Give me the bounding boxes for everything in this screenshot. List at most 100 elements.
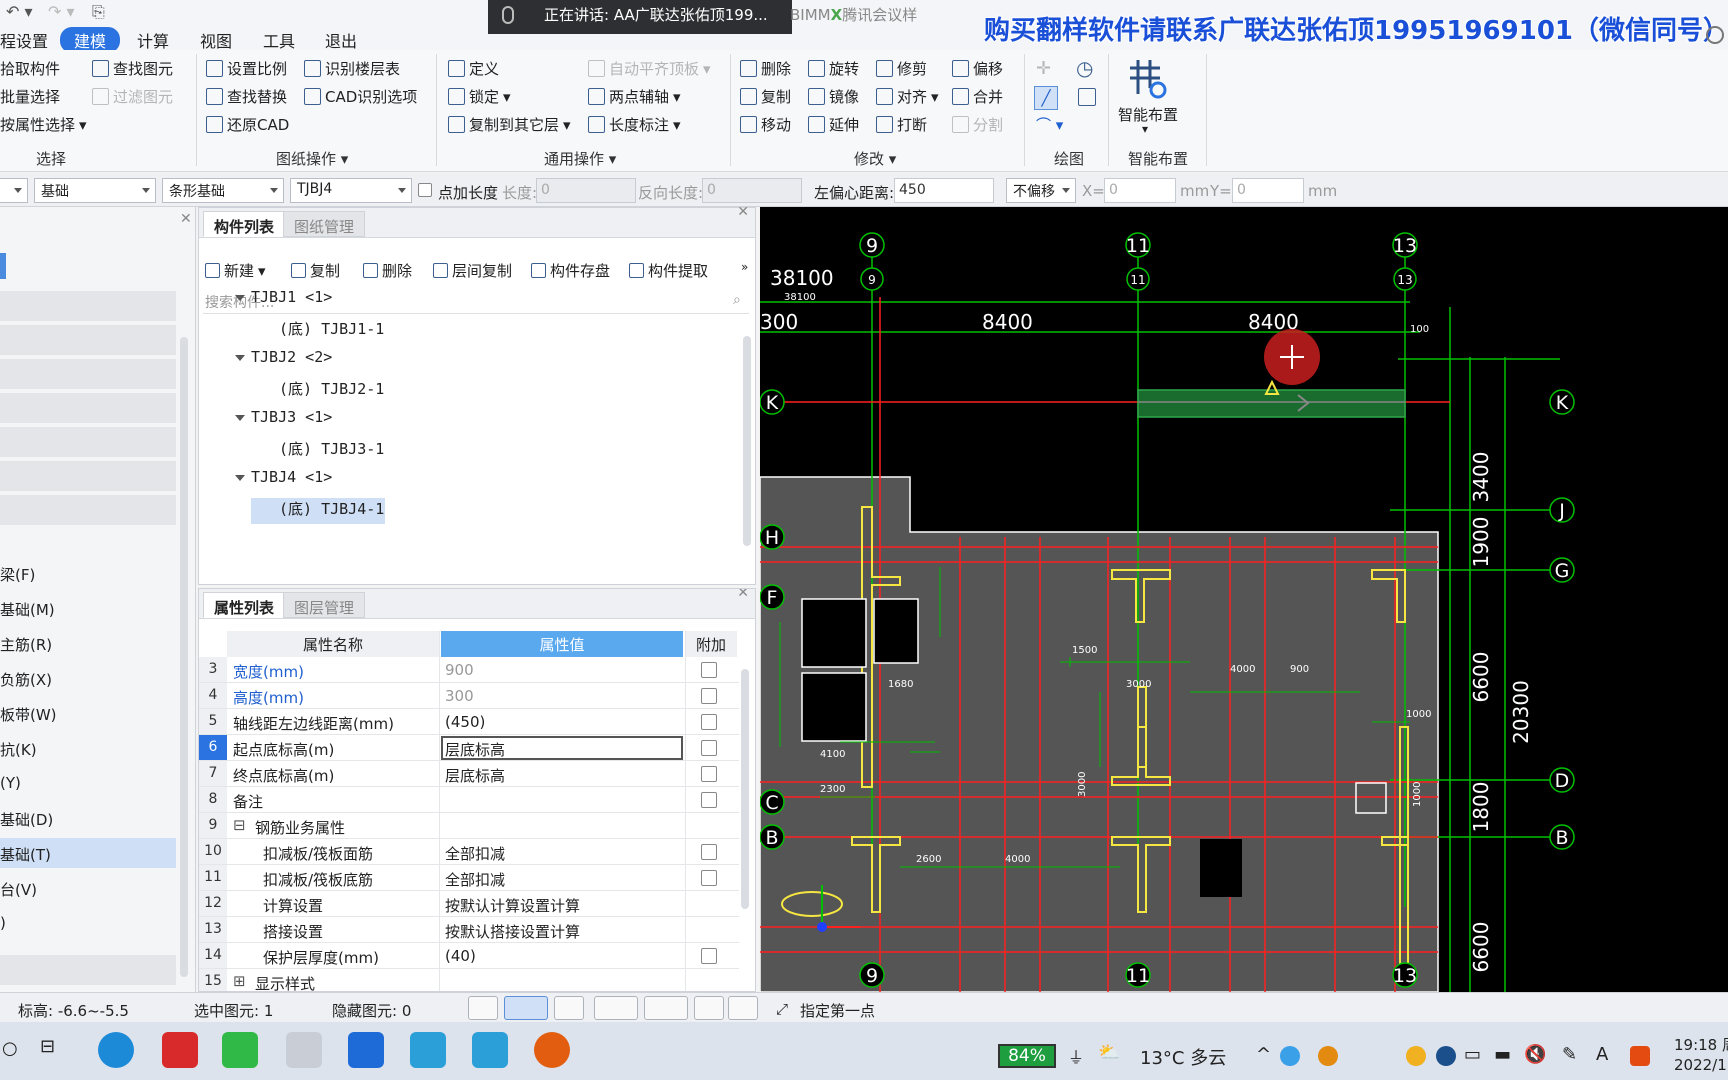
search-taskbar-icon[interactable]: ○ — [2, 1038, 18, 1059]
tree-node[interactable]: TJBJ1 <1> — [235, 284, 775, 312]
rectangle-draw-icon[interactable] — [1078, 88, 1096, 106]
tree-node[interactable]: TJBJ4 <1> — [235, 464, 775, 492]
quick-access-icon[interactable]: ⎘ — [92, 2, 105, 22]
two-point-axis-button[interactable]: 两点辅轴 ▾ — [588, 86, 681, 107]
extract-component-button[interactable]: 构件提取 — [629, 260, 708, 281]
ortho-toggle-icon[interactable] — [468, 996, 498, 1020]
cad-options-button[interactable]: CAD识别选项 — [304, 86, 417, 107]
identify-floor-table-button[interactable]: 识别楼层表 — [304, 58, 400, 79]
align-button[interactable]: 对齐 ▾ — [876, 86, 939, 107]
nav-category-block[interactable] — [0, 955, 176, 985]
property-row[interactable]: 15 ⊞ 显示样式 — [199, 969, 739, 991]
input-method-icon[interactable]: A — [1596, 1044, 1608, 1065]
property-value[interactable]: 全部扣减 — [445, 843, 505, 864]
help-icon[interactable] — [1706, 26, 1724, 44]
property-value[interactable]: (40) — [445, 947, 476, 965]
lock-button[interactable]: 锁定 ▾ — [448, 86, 511, 107]
tab-component-list[interactable]: 构件列表 — [203, 211, 286, 237]
redo-icon[interactable]: ↷ ▾ — [48, 2, 75, 21]
network-app-icon[interactable] — [1436, 1046, 1456, 1066]
app-icon[interactable] — [286, 1032, 322, 1068]
y-input[interactable]: 0 — [1232, 178, 1304, 203]
nav-scrollbar[interactable] — [180, 337, 188, 977]
clock-time[interactable]: 19:18 周 — [1674, 1034, 1728, 1055]
nav-item[interactable]: 基础(T) — [0, 838, 176, 868]
break-button[interactable]: 打断 — [876, 114, 927, 135]
nav-item[interactable]: ) — [0, 908, 176, 938]
nav-item[interactable]: 抗(K) — [0, 733, 176, 763]
offset-mode-combo[interactable]: 不偏移 — [1006, 178, 1076, 203]
close-icon[interactable]: ✕ — [737, 589, 749, 601]
speaker-muted-icon[interactable]: 🔇 — [1524, 1044, 1546, 1065]
set-scale-button[interactable]: 设置比例 — [206, 58, 287, 79]
nav-item[interactable]: 基础(D) — [0, 803, 176, 833]
weather-text[interactable]: 13°C 多云 — [1140, 1044, 1226, 1070]
arc-clock-icon[interactable]: ◷ — [1076, 56, 1093, 80]
property-value-editor[interactable] — [441, 736, 683, 760]
extra-checkbox[interactable] — [701, 870, 717, 886]
nav-category-block[interactable] — [0, 325, 176, 355]
category-combo[interactable]: 基础 — [34, 178, 156, 203]
tab-property-list[interactable]: 属性列表 — [203, 592, 286, 618]
nav-item[interactable]: (Y) — [0, 768, 176, 798]
find-element-button[interactable]: 查找图元 — [92, 58, 173, 79]
display-icon[interactable]: ▭ — [1464, 1044, 1481, 1065]
menu-tools[interactable]: 工具 — [263, 28, 295, 52]
menu-project-settings[interactable]: 程设置 — [0, 28, 48, 52]
property-value[interactable]: 按默认计算设置计算 — [445, 895, 580, 916]
cross-snap-icon[interactable] — [554, 996, 584, 1020]
expand-caret-icon[interactable] — [235, 414, 245, 421]
filter-element-button[interactable]: 过滤图元 — [92, 86, 173, 107]
property-row[interactable]: 6 起点底标高(m) 层底标高 — [199, 735, 739, 761]
find-replace-button[interactable]: 查找替换 — [206, 86, 287, 107]
arc-draw-icon[interactable]: ⌒ ▾ — [1036, 114, 1063, 135]
property-row[interactable]: 10 扣减板/筏板面筋 全部扣减 — [199, 839, 739, 865]
copy-component-button[interactable]: 复制 — [291, 260, 340, 281]
restore-cad-button[interactable]: 还原CAD — [206, 114, 289, 135]
delete-component-button[interactable]: 删除 — [363, 260, 412, 281]
property-value[interactable]: 全部扣减 — [445, 869, 505, 890]
tab-layer-management[interactable]: 图层管理 — [283, 592, 366, 618]
offset-distance-input[interactable]: 450 — [894, 178, 994, 203]
nav-item[interactable]: 基础(M) — [0, 593, 176, 623]
close-icon[interactable]: ✕ — [180, 211, 192, 227]
merge-button[interactable]: 合并 — [952, 86, 1003, 107]
split-button[interactable]: 分割 — [952, 114, 1003, 135]
nav-category-block[interactable] — [0, 495, 176, 525]
display-toggle-icon[interactable] — [694, 996, 724, 1020]
tree-node[interactable]: TJBJ2 <2> — [235, 344, 775, 372]
nav-category-block[interactable] — [0, 291, 176, 321]
component-combo[interactable]: TJBJ4 — [290, 178, 412, 203]
menu-exit[interactable]: 退出 — [325, 28, 357, 52]
extend-button[interactable]: 延伸 — [808, 114, 859, 135]
tray-app-icon[interactable] — [1318, 1046, 1338, 1066]
cad-drawing[interactable]: 9 11 13 9 11 13 K H F C B K J G D B 9 11… — [760, 207, 1728, 992]
nav-item[interactable]: 主筋(R) — [0, 628, 176, 658]
property-value[interactable]: 300 — [445, 687, 474, 705]
property-row[interactable]: 3 宽度(mm) 900 — [199, 657, 739, 683]
task-view-icon[interactable]: ⊟ — [40, 1036, 55, 1057]
tree-leaf[interactable]: (底) TJBJ4-1 — [279, 494, 819, 522]
glodon-app-icon[interactable] — [410, 1032, 446, 1068]
extra-checkbox[interactable] — [701, 792, 717, 808]
type-combo[interactable]: 条形基础 — [162, 178, 284, 203]
collapse-icon[interactable]: ⊟ — [233, 816, 246, 834]
copy-to-other-floor-button[interactable]: 复制到其它层 ▾ — [448, 114, 571, 135]
chevron-down-icon[interactable]: ▾ — [1142, 122, 1148, 136]
line-draw-icon[interactable]: ╱ — [1034, 86, 1058, 110]
nav-category-block[interactable] — [0, 359, 176, 389]
extra-checkbox[interactable] — [701, 766, 717, 782]
rotate-button[interactable]: 旋转 — [808, 58, 859, 79]
move-button[interactable]: 移动 — [740, 114, 791, 135]
nav-item[interactable]: 台(V) — [0, 873, 176, 903]
x-input[interactable]: 0 — [1104, 178, 1176, 203]
save-component-button[interactable]: 构件存盘 — [531, 260, 610, 281]
point-draw-icon[interactable]: ✛ — [1036, 58, 1051, 79]
tree-leaf[interactable]: (底) TJBJ3-1 — [279, 434, 819, 462]
tree-leaf[interactable]: (底) TJBJ2-1 — [279, 374, 819, 402]
nav-category-block[interactable] — [0, 427, 176, 457]
extra-checkbox[interactable] — [701, 688, 717, 704]
weather-icon[interactable]: ⛅ — [1098, 1042, 1120, 1063]
extra-checkbox[interactable] — [701, 740, 717, 756]
property-value[interactable]: 900 — [445, 661, 474, 679]
